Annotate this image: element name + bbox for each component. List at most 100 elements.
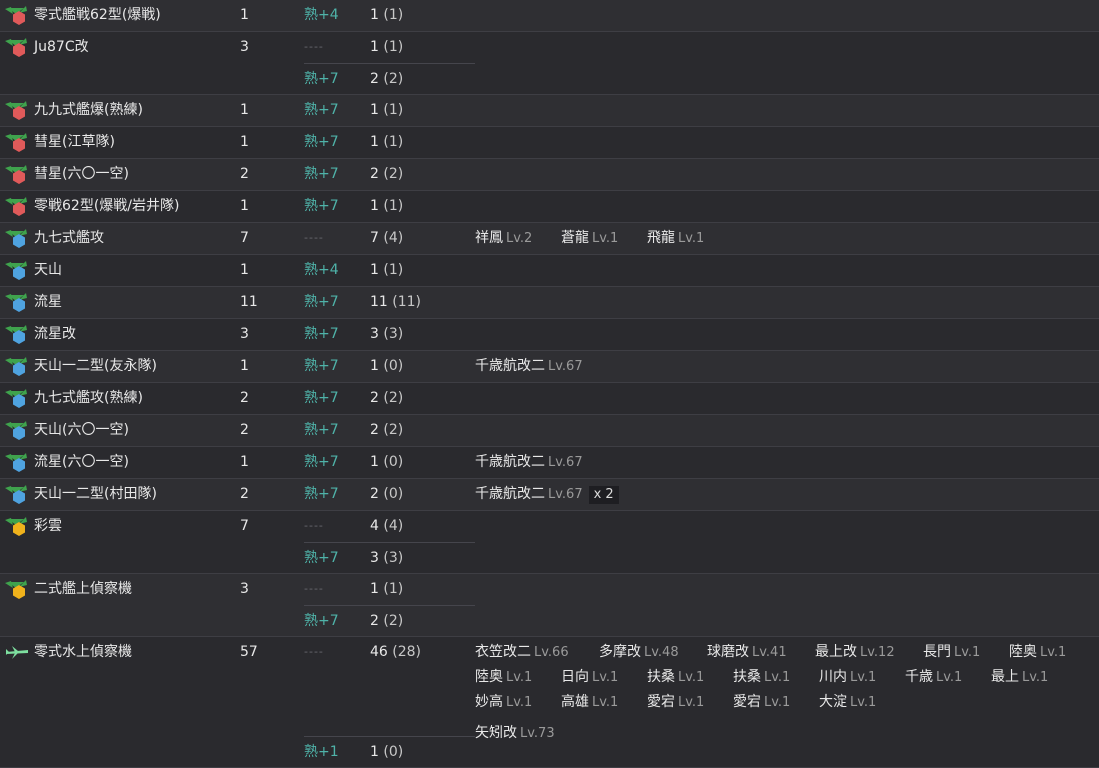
equipment-name: 流星改	[34, 326, 76, 342]
ship-entry[interactable]: 高雄 Lv.1	[561, 692, 647, 713]
ship-entry[interactable]: 陸奥 Lv.1	[475, 667, 561, 688]
amount-value: 4	[370, 518, 379, 534]
proficiency-line: 熟+4 1 (1)	[304, 0, 475, 31]
equipment-total-count: 7	[240, 230, 249, 246]
ship-entry[interactable]: 千歳航改二 Lv.67	[475, 356, 583, 377]
amount-value: 2	[370, 390, 379, 406]
equipment-row[interactable]: 零式水上偵察機 57 ---- 46 (28) 熟+1 1 (0) 衣笠改二 Lv.66 多摩改…	[0, 637, 1099, 768]
ship-level: Lv.1	[764, 695, 791, 710]
equipment-row[interactable]: 流星改 3 熟+7 3 (3)	[0, 319, 1099, 351]
equipment-row[interactable]: 二式艦上偵察機 3 ---- 1 (1) 熟+7 2 (2)	[0, 574, 1099, 637]
ship-entry[interactable]: 愛宕 Lv.1	[647, 692, 733, 713]
ship-entry[interactable]: 長門 Lv.1	[923, 642, 1009, 663]
equipment-name: Ju87C改	[34, 39, 89, 55]
proficiency-line: 熟+4 1 (1)	[304, 255, 475, 286]
ship-entry[interactable]: 球磨改 Lv.41	[707, 642, 815, 663]
equipment-total-count: 3	[240, 39, 249, 55]
ship-entry[interactable]: 矢矧改 Lv.73	[475, 723, 555, 744]
ship-level: Lv.1	[678, 670, 705, 685]
ship-level: Lv.12	[860, 645, 895, 660]
ship-name: 球磨改	[707, 644, 749, 660]
equipment-row[interactable]: 彗星(江草隊) 1 熟+7 1 (1)	[0, 127, 1099, 159]
amount-free: (1)	[383, 102, 404, 118]
equipment-row[interactable]: 天山(六〇一空) 2 熟+7 2 (2)	[0, 415, 1099, 447]
ship-name: 長門	[923, 644, 951, 660]
equipped-ships	[475, 287, 1099, 318]
amount-value: 1	[370, 358, 379, 374]
ship-entry[interactable]: 最上 Lv.1	[991, 667, 1051, 688]
equipment-name-cell: 九九式艦爆(熟練)	[0, 95, 240, 126]
amount-cell: 1 (1)	[370, 100, 475, 120]
ship-level: Lv.67	[548, 455, 583, 470]
ship-list-line: 陸奥 Lv.1 日向 Lv.1 扶桑 Lv.1 扶桑 Lv.1 川内 Lv.1 千歳 Lv.1 最上 Lv…	[475, 667, 1099, 692]
proficiency-label: 熟+7	[304, 102, 339, 118]
equipment-name: 天山	[34, 262, 62, 278]
ship-level: Lv.1	[506, 695, 533, 710]
proficiency-breakdown: 熟+7 2 (2)	[304, 415, 475, 446]
ship-entry[interactable]: 川内 Lv.1	[819, 667, 905, 688]
ship-level: Lv.1	[592, 670, 619, 685]
amount-cell: 2 (2)	[370, 69, 475, 89]
ship-level: Lv.1	[764, 670, 791, 685]
ship-entry[interactable]: 陸奥 Lv.1	[1009, 642, 1069, 663]
amount-cell: 1 (1)	[370, 5, 475, 25]
proficiency-breakdown: 熟+7 1 (1)	[304, 127, 475, 158]
equipment-name-cell: 流星	[0, 287, 240, 318]
equipment-table: 零式艦戦62型(爆戦) 1 熟+4 1 (1) Ju87C改 3 ---- 1 (1) 熟+7…	[0, 0, 1099, 768]
ship-name: 愛宕	[733, 694, 761, 710]
ship-entry[interactable]: 多摩改 Lv.48	[599, 642, 707, 663]
equipment-total-count: 2	[240, 390, 249, 406]
equipment-row[interactable]: 彩雲 7 ---- 4 (4) 熟+7 3 (3)	[0, 511, 1099, 574]
equipped-ships	[475, 511, 1099, 573]
ship-name: 千歳	[905, 669, 933, 685]
equipment-total-count: 1	[240, 358, 249, 374]
equipment-row[interactable]: 零戦62型(爆戦/岩井隊) 1 熟+7 1 (1)	[0, 191, 1099, 223]
ship-entry[interactable]: 大淀 Lv.1	[819, 692, 879, 713]
equipment-name-cell: 彩雲	[0, 511, 240, 573]
ship-entry[interactable]: 扶桑 Lv.1	[733, 667, 819, 688]
amount-cell: 1 (1)	[370, 260, 475, 280]
ship-entry[interactable]: 祥鳳 Lv.2	[475, 228, 561, 249]
ship-entry[interactable]: 愛宕 Lv.1	[733, 692, 819, 713]
ship-entry[interactable]: 妙高 Lv.1	[475, 692, 561, 713]
ship-entry[interactable]: 蒼龍 Lv.1	[561, 228, 647, 249]
ship-name: 陸奥	[1009, 644, 1037, 660]
amount-value: 1	[370, 134, 379, 150]
amount-cell: 1 (1)	[370, 132, 475, 152]
ship-level: Lv.48	[644, 645, 679, 660]
ship-entry[interactable]: 衣笠改二 Lv.66	[475, 642, 599, 663]
ship-entry[interactable]: 千歳航改二 Lv.67	[475, 452, 583, 473]
equipment-row[interactable]: 九七式艦攻 7 ---- 7 (4) 祥鳳 Lv.2 蒼龍 Lv.1 飛龍 Lv.1	[0, 223, 1099, 255]
equipment-row[interactable]: 零式艦戦62型(爆戦) 1 熟+4 1 (1)	[0, 0, 1099, 32]
equipment-row[interactable]: 天山 1 熟+4 1 (1)	[0, 255, 1099, 287]
equipment-row[interactable]: 彗星(六〇一空) 2 熟+7 2 (2)	[0, 159, 1099, 191]
ship-entry[interactable]: 飛龍 Lv.1	[647, 228, 733, 249]
equipment-row[interactable]: 九九式艦爆(熟練) 1 熟+7 1 (1)	[0, 95, 1099, 127]
ship-entry[interactable]: 扶桑 Lv.1	[647, 667, 733, 688]
equipment-row[interactable]: 流星(六〇一空) 1 熟+7 1 (0) 千歳航改二 Lv.67	[0, 447, 1099, 479]
equipped-ships	[475, 95, 1099, 126]
ship-entry[interactable]: 日向 Lv.1	[561, 667, 647, 688]
equipment-row[interactable]: 流星 11 熟+7 11 (11)	[0, 287, 1099, 319]
proficiency-label: ----	[304, 645, 324, 658]
ship-level: Lv.1	[592, 695, 619, 710]
equipped-ships: 祥鳳 Lv.2 蒼龍 Lv.1 飛龍 Lv.1	[475, 223, 1099, 254]
ship-entry[interactable]: 最上改 Lv.12	[815, 642, 923, 663]
ship-level: Lv.1	[850, 695, 877, 710]
ship-name: 川内	[819, 669, 847, 685]
equipped-ships	[475, 574, 1099, 636]
amount-cell: 2 (0)	[370, 484, 475, 504]
equipment-row[interactable]: Ju87C改 3 ---- 1 (1) 熟+7 2 (2)	[0, 32, 1099, 95]
equipment-name: 九九式艦爆(熟練)	[34, 102, 143, 118]
equipment-total-count: 1	[240, 102, 249, 118]
ship-entry[interactable]: 千歳 Lv.1	[905, 667, 991, 688]
equipment-row[interactable]: 天山一二型(村田隊) 2 熟+7 2 (0) 千歳航改二 Lv.67 x 2	[0, 479, 1099, 511]
proficiency-line: ---- 4 (4)	[304, 511, 475, 542]
equipment-row[interactable]: 九七式艦攻(熟練) 2 熟+7 2 (2)	[0, 383, 1099, 415]
ship-level: Lv.41	[752, 645, 787, 660]
amount-free: (3)	[383, 550, 404, 566]
amount-cell: 7 (4)	[370, 228, 475, 248]
equipment-name: 彩雲	[34, 518, 62, 534]
ship-entry[interactable]: 千歳航改二 Lv.67 x 2	[475, 484, 619, 505]
equipment-row[interactable]: 天山一二型(友永隊) 1 熟+7 1 (0) 千歳航改二 Lv.67	[0, 351, 1099, 383]
